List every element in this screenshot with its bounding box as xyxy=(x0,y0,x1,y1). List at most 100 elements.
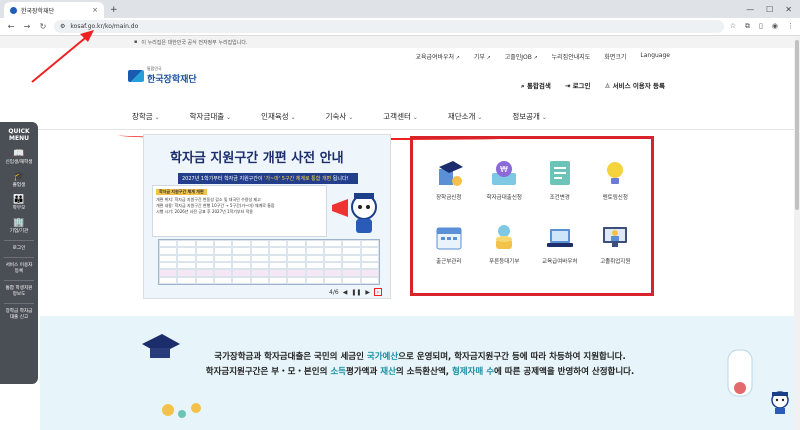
hero-line-1: 국가장학금과 학자금대출은 국민의 세금인 국가예산으로 운영되며, 학자금지원… xyxy=(40,350,800,365)
url-text: kosaf.go.kr/ko/main.do xyxy=(70,23,139,30)
monitor-person-icon xyxy=(603,227,628,247)
nav-dormitory[interactable]: 기숙사 xyxy=(326,111,354,122)
svg-text:₩: ₩ xyxy=(500,165,508,174)
hero-text-part: 의 소득환산액, xyxy=(395,367,452,377)
window-controls: — ☐ ✕ xyxy=(738,2,800,18)
flag-icon: ▪ xyxy=(134,39,138,45)
quick-menu-title: QUICK MENU xyxy=(8,128,30,142)
banner-box-line: 시행 시기: 2026년 사전 공표 후 2027년 1학기부터 적용 xyxy=(156,209,253,214)
quick-item-company[interactable]: 🏢 기업/기관 xyxy=(0,215,38,238)
service-menu-grid: 장학금신청 ₩ 학자금대출신청 조건변경 멘토링신청 출근부관리 푸른등대기부 … xyxy=(421,159,643,265)
pager-prev-icon[interactable]: ◀ xyxy=(343,289,348,296)
banner-pager: 4/6 ◀ ❚❚ ▶ › xyxy=(329,288,382,296)
menu-attendance[interactable]: 출근부관리 xyxy=(421,223,477,265)
quick-item-label: 학부모 xyxy=(12,206,26,211)
pager-pause-icon[interactable]: ❚❚ xyxy=(351,289,361,296)
menu-label: 멘토링신청 xyxy=(602,195,628,201)
calendar-icon xyxy=(436,227,462,250)
mascot-icon[interactable] xyxy=(768,390,792,414)
forward-icon[interactable]: → xyxy=(22,22,32,31)
main-service-menu: 장학금신청 ₩ 학자금대출신청 조건변경 멘토링신청 출근부관리 푸른등대기부 … xyxy=(410,136,654,296)
util-link-language[interactable]: Language xyxy=(640,52,670,61)
decorative-dots xyxy=(162,403,201,418)
logo-mark-icon xyxy=(128,69,144,82)
close-tab-icon[interactable]: × xyxy=(92,6,98,14)
quick-item-report[interactable]: 장학금 학자금대출 신고 xyxy=(4,303,34,324)
reload-icon[interactable]: ↻ xyxy=(38,22,48,31)
maximize-icon[interactable]: ☐ xyxy=(766,2,773,18)
quick-item-support-info[interactable]: 통합 학생지원 정보도 xyxy=(4,280,34,301)
util-link-job[interactable]: 고졸인JOB xyxy=(505,52,538,61)
site-logo[interactable]: 통합민국 한국장학재단 xyxy=(128,66,197,85)
user-actions: ⌕ 통합검색 ⇥ 로그인 ♙ 서비스 이용자 등록 xyxy=(521,80,665,91)
extensions-icon[interactable]: ⧉ xyxy=(745,22,750,31)
new-tab-button[interactable]: + xyxy=(104,2,124,18)
browser-tab[interactable]: 한국장학재단 × xyxy=(4,2,104,18)
register-button[interactable]: ♙ 서비스 이용자 등록 xyxy=(605,80,665,91)
page-scrollbar[interactable] xyxy=(794,36,800,430)
hero-text-part: 평가액과 xyxy=(346,367,381,377)
quick-item-graduate[interactable]: 🎓 졸업생 xyxy=(0,169,38,192)
menu-condition-change[interactable]: 조건변경 xyxy=(532,159,588,201)
util-link-zoom[interactable]: 화면크기 xyxy=(604,52,626,61)
hero-text: 국가장학금과 학자금대출은 국민의 세금인 국가예산으로 운영되며, 학자금지원… xyxy=(40,350,800,380)
menu-label: 출근부관리 xyxy=(436,259,462,265)
banner-info-box: 학자금 지원구간 체계 개편 개편 취지: 학자금 지원구간 변동성 감소 및 … xyxy=(152,185,327,237)
back-icon[interactable]: ← xyxy=(6,22,16,31)
side-panel-icon[interactable]: ▯ xyxy=(759,22,763,31)
address-bar[interactable]: ⚙ kosaf.go.kr/ko/main.do xyxy=(54,20,724,33)
search-button[interactable]: ⌕ 통합검색 xyxy=(521,80,551,91)
nav-customer-center[interactable]: 고객센터 xyxy=(383,111,418,122)
quick-item-student[interactable]: 📖 신입생/재학생 xyxy=(0,146,38,169)
quick-item-parent[interactable]: 👪 학부모 xyxy=(0,192,38,215)
browser-toolbar: ← → ↻ ⚙ kosaf.go.kr/ko/main.do ☆ ⧉ ▯ ◉ ⋮ xyxy=(0,18,800,36)
menu-lighthouse-donation[interactable]: 푸른등대기부 xyxy=(477,223,533,265)
close-window-icon[interactable]: ✕ xyxy=(785,2,792,18)
menu-employment-support[interactable]: 고졸취업지원 xyxy=(588,223,644,265)
banner-title: 학자금 지원구간 개편 사전 안내 xyxy=(170,151,344,166)
graduate-icon: 🎓 xyxy=(13,172,25,182)
hero-text-part: 으로 운영되며, 학자금지원구간 등에 따라 차등하여 지원합니다. xyxy=(398,352,626,362)
coins-icon xyxy=(496,225,513,249)
quick-item-register[interactable]: 서비스 이용자 등록 xyxy=(4,257,34,278)
login-button[interactable]: ⇥ 로그인 xyxy=(565,80,591,91)
nav-foundation[interactable]: 재단소개 xyxy=(448,111,483,122)
site-info-icon[interactable]: ⚙ xyxy=(60,23,65,30)
graduation-cap-icon xyxy=(438,161,463,186)
quick-item-label: 신입생/재학생 xyxy=(5,160,33,165)
money-bag-icon: ₩ xyxy=(492,161,517,185)
nav-scholarship[interactable]: 장학금 xyxy=(132,111,160,122)
util-link-voucher[interactable]: 교육급여바우처 xyxy=(415,52,459,61)
bookmark-star-icon[interactable]: ☆ xyxy=(730,22,736,31)
browser-menu-icon[interactable]: ⋮ xyxy=(787,22,794,31)
scrollbar-thumb[interactable] xyxy=(795,40,799,210)
nav-talent[interactable]: 인재육성 xyxy=(261,111,296,122)
pager-play-icon[interactable]: ▶ xyxy=(365,289,370,296)
lightbulb-icon xyxy=(607,162,624,184)
hero-highlight-income: 소득 xyxy=(330,367,346,377)
menu-scholarship-apply[interactable]: 장학금신청 xyxy=(421,159,477,201)
gov-notice-strip: ▪ 이 누리집은 대한민국 공식 전자정부 누리집입니다. xyxy=(0,36,800,48)
logo-text: 통합민국 한국장학재단 xyxy=(147,66,197,85)
hero-line-2: 학자금지원구간은 부・모・본인의 소득평가액과 재산의 소득환산액, 형제자매 … xyxy=(40,365,800,380)
menu-label: 푸른등대기부 xyxy=(489,259,520,265)
site-header: 교육급여바우처 기부 고졸인JOB 누리집안내지도 화면크기 Language … xyxy=(0,48,800,104)
menu-label: 학자금대출신청 xyxy=(486,195,522,201)
menu-loan-apply[interactable]: ₩ 학자금대출신청 xyxy=(477,159,533,201)
register-label: 서비스 이용자 등록 xyxy=(612,82,665,90)
logo-title: 한국장학재단 xyxy=(147,75,197,85)
notice-banner[interactable]: 학자금 지원구간 개편 사전 안내 2027년 1학기부터 학자금 지원구간이 … xyxy=(143,134,391,299)
banner-sub-highlight: '가~마' 5구간 체계로 통합 개편 xyxy=(264,176,332,182)
menu-education-voucher[interactable]: 교육급여바우처 xyxy=(532,223,588,265)
nav-disclosure[interactable]: 정보공개 xyxy=(512,111,547,122)
banner-bracket-table xyxy=(158,239,380,285)
minimize-icon[interactable]: — xyxy=(746,2,754,18)
menu-mentoring-apply[interactable]: 멘토링신청 xyxy=(588,159,644,201)
profile-icon[interactable]: ◉ xyxy=(772,22,778,31)
quick-item-login[interactable]: 로그인 xyxy=(4,240,34,255)
user-icon: ♙ xyxy=(604,82,613,90)
nav-student-loan[interactable]: 학자금대출 xyxy=(190,111,231,122)
util-link-donate[interactable]: 기부 xyxy=(474,52,491,61)
pager-next-icon[interactable]: › xyxy=(374,288,382,296)
util-link-sitemap[interactable]: 누리집안내지도 xyxy=(552,52,591,61)
